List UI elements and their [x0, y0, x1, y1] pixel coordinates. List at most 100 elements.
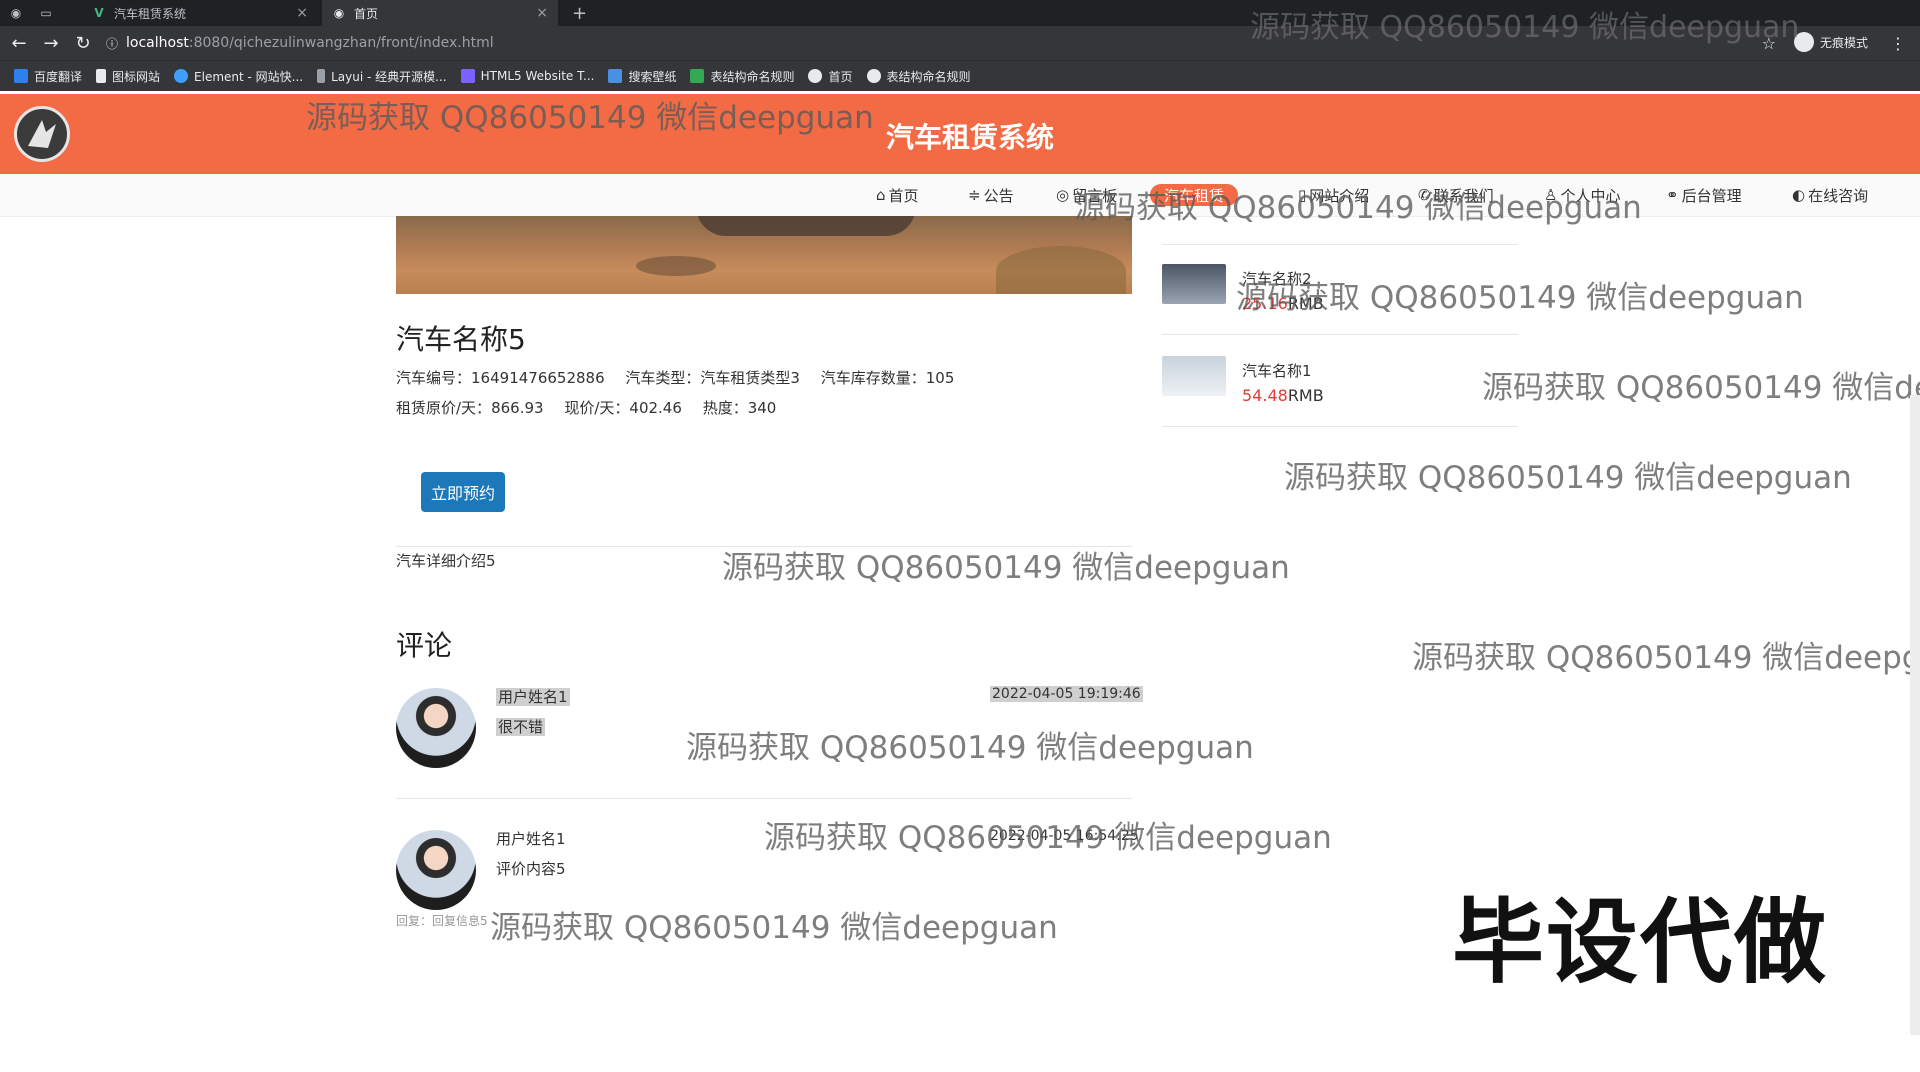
comment-user: 用户姓名1 [496, 686, 570, 707]
heat-value: 340 [747, 399, 777, 417]
page-scrollbar[interactable] [1910, 395, 1920, 1035]
watermark: 源码获取 QQ86050149 微信deepguan [1074, 190, 1642, 226]
comment-user: 用户姓名1 [496, 830, 566, 848]
tab-title: 首页 [354, 6, 379, 21]
watermark: 源码获取 QQ86050149 微信deepguan [1250, 10, 1800, 45]
sheet-icon [690, 69, 705, 83]
url-field[interactable]: ⓘ localhost:8080/qichezulinwangzhan/fron… [106, 35, 494, 52]
bookmark-item[interactable]: HTML5 Website T... [460, 69, 595, 83]
comment-text-value: 很不错 [496, 718, 546, 736]
site-title: 汽车租赁系统 [885, 121, 1054, 154]
wallpaper-icon [608, 69, 623, 83]
avatar [396, 830, 476, 910]
watermark: 源码获取 QQ86050149 微信deepguan [764, 820, 1332, 856]
side-car-item[interactable]: 汽车名称1 54.48RMB [1162, 356, 1522, 416]
bookmarks-bar: 百度翻译 图标网站 Element - 网站快... Layui - 经典开源模… [0, 60, 1920, 91]
car-info-line-1: 汽车编号：16491476652886 汽车类型：汽车租赁类型3 汽车库存数量：… [396, 367, 960, 388]
chat-icon: ◐ [1792, 186, 1806, 204]
comment-reply: 回复：回复信息5 [396, 914, 488, 928]
url-host: localhost [126, 35, 189, 51]
incognito-label: 无痕模式 [1819, 35, 1868, 50]
car-detail-text: 汽车详细介绍5 [396, 552, 496, 570]
bookmark-item[interactable]: 首页 [808, 68, 853, 85]
side-car-name: 汽车名称1 [1242, 362, 1312, 380]
nav-home[interactable]: ⌂ 首页 [876, 184, 919, 206]
watermark: 源码获取 QQ86050149 微信deepgua [1412, 640, 1920, 676]
globe-icon: ◎ [1056, 186, 1070, 204]
watermark: 源码获取 QQ86050149 微信deepguan [686, 730, 1254, 766]
car-code: 16491476652886 [471, 369, 605, 387]
link-icon: ⚭ [1666, 186, 1679, 204]
car-title: 汽车名称5 [396, 323, 526, 356]
side-car-price: 54.48RMB [1242, 386, 1324, 405]
bookmark-label: 表结构命名规则 [710, 69, 795, 84]
watermark: 源码获取 QQ86050149 微信deepguan [1284, 460, 1852, 496]
globe-icon [866, 69, 881, 83]
tab-car-rental[interactable]: V 汽车租赁系统 × [82, 0, 318, 26]
nav-consult[interactable]: ◐ 在线咨询 [1792, 184, 1868, 206]
comment-time: 2022-04-05 19:19:46 [990, 686, 1143, 702]
watermark: 源码获取 QQ86050149 微信dee [1482, 370, 1920, 406]
type-label: 汽车类型： [625, 369, 701, 387]
browser-icon: ◉ [10, 6, 22, 20]
car-stock: 105 [925, 369, 955, 387]
menu-dots-icon[interactable]: ⋮ [1890, 34, 1906, 53]
watermark: 源码获取 QQ86050149 微信deepguan [306, 100, 874, 136]
new-tab-button[interactable]: + [572, 0, 598, 26]
nav-label: 后台管理 [1681, 186, 1742, 205]
bookmark-label: 图标网站 [112, 69, 161, 84]
site-header: 汽车租赁系统 [0, 94, 1920, 174]
comments-title: 评论 [396, 629, 453, 662]
bookmark-label: 百度翻译 [34, 69, 83, 84]
divider [1162, 244, 1518, 245]
orig-price: 866.93 [491, 399, 544, 417]
car-thumbnail[interactable] [1162, 264, 1226, 304]
watermark: 源码获取 QQ86050149 微信deepguan [1236, 280, 1804, 316]
bookmark-label: Layui - 经典开源模... [331, 69, 447, 84]
car-banner-image [396, 216, 1132, 294]
comment-user-name: 用户姓名1 [496, 688, 570, 706]
book-now-button[interactable]: 立即预约 [421, 472, 505, 512]
globe-icon [808, 69, 823, 83]
bookmark-item[interactable]: 搜索壁纸 [608, 68, 676, 85]
tab-home[interactable]: ◉ 首页 × [322, 0, 558, 26]
bookmark-item[interactable]: Element - 网站快... [174, 68, 303, 85]
bookmark-label: Element - 网站快... [194, 69, 304, 84]
home-icon: ⌂ [876, 186, 886, 204]
bookmark-item[interactable]: 表结构命名规则 [690, 68, 794, 85]
element-icon [174, 69, 189, 83]
bookmark-label: 首页 [828, 69, 853, 84]
incognito-badge[interactable]: 无痕模式 [1793, 32, 1868, 52]
comment-time-value: 2022-04-05 19:19:46 [990, 686, 1143, 702]
bookmark-item[interactable]: 图标网站 [96, 68, 160, 85]
html5-icon [460, 69, 475, 83]
reload-icon[interactable]: ↻ [70, 30, 96, 56]
window-controls: ◉ ▭ [0, 0, 60, 26]
notice-icon: ≑ [968, 186, 981, 204]
divider [396, 798, 1132, 799]
forward-arrow-icon[interactable]: → [38, 30, 64, 56]
bookmark-item[interactable]: 表结构命名规则 [866, 68, 971, 85]
car-thumbnail[interactable] [1162, 356, 1226, 396]
flag-icon [96, 69, 107, 83]
heat-label: 热度： [702, 399, 748, 417]
close-icon[interactable]: × [296, 5, 308, 21]
bookmark-label: 搜索壁纸 [628, 69, 677, 84]
comment-text: 很不错 [496, 716, 546, 737]
bookmark-item[interactable]: 百度翻译 [14, 68, 82, 85]
nav-admin[interactable]: ⚭ 后台管理 [1666, 184, 1742, 206]
globe-icon: ◉ [333, 6, 345, 20]
bookmark-label: HTML5 Website T... [480, 69, 595, 83]
stock-label: 汽车库存数量： [820, 369, 926, 387]
nav-notice[interactable]: ≑ 公告 [968, 184, 1014, 206]
avatar [396, 688, 476, 768]
promo-watermark: 毕设代做 [1452, 889, 1829, 996]
watermark: 源码获取 QQ86050149 微信deepguan [490, 910, 1058, 946]
nav-label: 在线咨询 [1808, 186, 1869, 205]
back-arrow-icon[interactable]: ← [6, 30, 32, 56]
tab-list-icon[interactable]: ▭ [40, 6, 52, 20]
car-type: 汽车租赁类型3 [700, 369, 800, 387]
close-icon[interactable]: × [536, 5, 548, 21]
divider [1162, 426, 1518, 427]
bookmark-item[interactable]: Layui - 经典开源模... [317, 68, 447, 85]
